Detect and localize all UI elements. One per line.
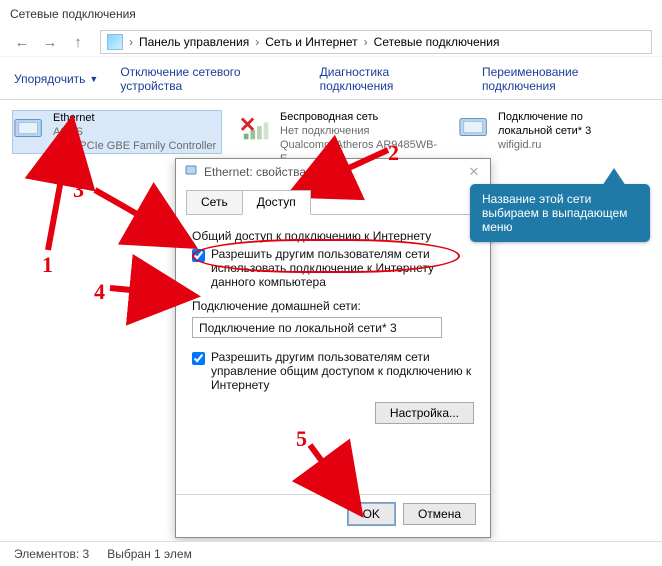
connection-name: Подключение по локальной сети* 3 xyxy=(498,110,628,138)
forward-icon[interactable]: → xyxy=(38,30,62,54)
dialog-tabs: Сеть Доступ xyxy=(186,190,480,215)
close-icon[interactable]: ✕ xyxy=(466,164,482,180)
status-selection: Выбран 1 элем xyxy=(107,547,192,561)
lan-icon xyxy=(458,110,492,146)
allow-sharing-checkbox[interactable] xyxy=(192,249,205,262)
connection-ethernet[interactable]: Ethernet ASUS altek PCIe GBE Family Cont… xyxy=(12,110,222,154)
ok-button[interactable]: OK xyxy=(348,503,395,525)
cancel-button[interactable]: Отмена xyxy=(403,503,476,525)
organize-menu[interactable]: Упорядочить ▼ xyxy=(14,72,98,86)
home-network-value: Подключение по локальной сети* 3 xyxy=(199,321,397,335)
ethernet-properties-dialog: Ethernet: свойства ✕ Сеть Доступ Общий д… xyxy=(175,158,491,538)
up-icon[interactable]: ↑ xyxy=(66,30,90,54)
connection-name: Беспроводная сеть xyxy=(280,110,440,124)
breadcrumb[interactable]: Сеть и Интернет xyxy=(265,35,357,49)
callout-text: Название этой сети выбираем в выпадающем… xyxy=(482,192,627,234)
wifi-disabled-icon xyxy=(240,110,274,146)
annotation-number-3: 3 xyxy=(73,177,84,203)
chevron-down-icon: ▼ xyxy=(89,74,98,84)
annotation-number-2: 2 xyxy=(388,140,399,166)
allow-control-checkbox[interactable] xyxy=(192,352,205,365)
command-bar: Упорядочить ▼ Отключение сетевого устрой… xyxy=(0,56,662,100)
back-icon[interactable]: ← xyxy=(10,30,34,54)
connection-status: ASUS xyxy=(53,125,216,139)
dialog-title: Ethernet: свойства xyxy=(204,165,306,179)
home-network-select[interactable]: Подключение по локальной сети* 3 xyxy=(192,317,442,338)
annotation-number-1: 1 xyxy=(42,252,53,278)
settings-button[interactable]: Настройка... xyxy=(375,402,474,424)
ethernet-icon xyxy=(13,111,47,147)
status-bar: Элементов: 3 Выбран 1 элем xyxy=(0,541,662,566)
chevron-right-icon: › xyxy=(129,35,133,49)
cmd-disable[interactable]: Отключение сетевого устройства xyxy=(120,65,297,93)
connection-lan3[interactable]: Подключение по локальной сети* 3 wifigid… xyxy=(458,110,628,152)
chevron-right-icon: › xyxy=(255,35,259,49)
tab-network[interactable]: Сеть xyxy=(186,190,243,214)
tab-sharing[interactable]: Доступ xyxy=(242,190,311,215)
allow-control-label: Разрешить другим пользователям сети упра… xyxy=(211,350,474,392)
status-count: Элементов: 3 xyxy=(14,547,89,561)
connection-name: Ethernet xyxy=(53,111,216,125)
chevron-right-icon: › xyxy=(364,35,368,49)
annotation-number-4: 4 xyxy=(94,279,105,305)
dialog-titlebar[interactable]: Ethernet: свойства ✕ xyxy=(176,159,490,184)
annotation-callout: Название этой сети выбираем в выпадающем… xyxy=(470,184,650,242)
ics-heading: Общий доступ к подключению к Интернету xyxy=(192,229,474,243)
allow-sharing-label: Разрешить другим пользователям сети испо… xyxy=(211,247,474,289)
ethernet-icon xyxy=(184,163,198,180)
organize-label: Упорядочить xyxy=(14,72,85,86)
dialog-actions: OK Отмена xyxy=(176,494,490,537)
control-panel-icon xyxy=(107,34,123,50)
connection-adapter: altek PCIe GBE Family Controller xyxy=(53,139,216,153)
cmd-diagnose[interactable]: Диагностика подключения xyxy=(320,65,460,93)
window-title: Сетевые подключения xyxy=(0,0,662,28)
connection-status: Нет подключения xyxy=(280,124,440,138)
nav-bar: ← → ↑ › Панель управления › Сеть и Интер… xyxy=(0,28,662,56)
annotation-number-5: 5 xyxy=(296,426,307,452)
connection-status: wifigid.ru xyxy=(498,138,628,152)
cmd-rename[interactable]: Переименование подключения xyxy=(482,65,648,93)
breadcrumb[interactable]: Панель управления xyxy=(139,35,249,49)
breadcrumb[interactable]: Сетевые подключения xyxy=(374,35,500,49)
address-bar[interactable]: › Панель управления › Сеть и Интернет › … xyxy=(100,30,652,54)
home-network-label: Подключение домашней сети: xyxy=(192,299,474,313)
